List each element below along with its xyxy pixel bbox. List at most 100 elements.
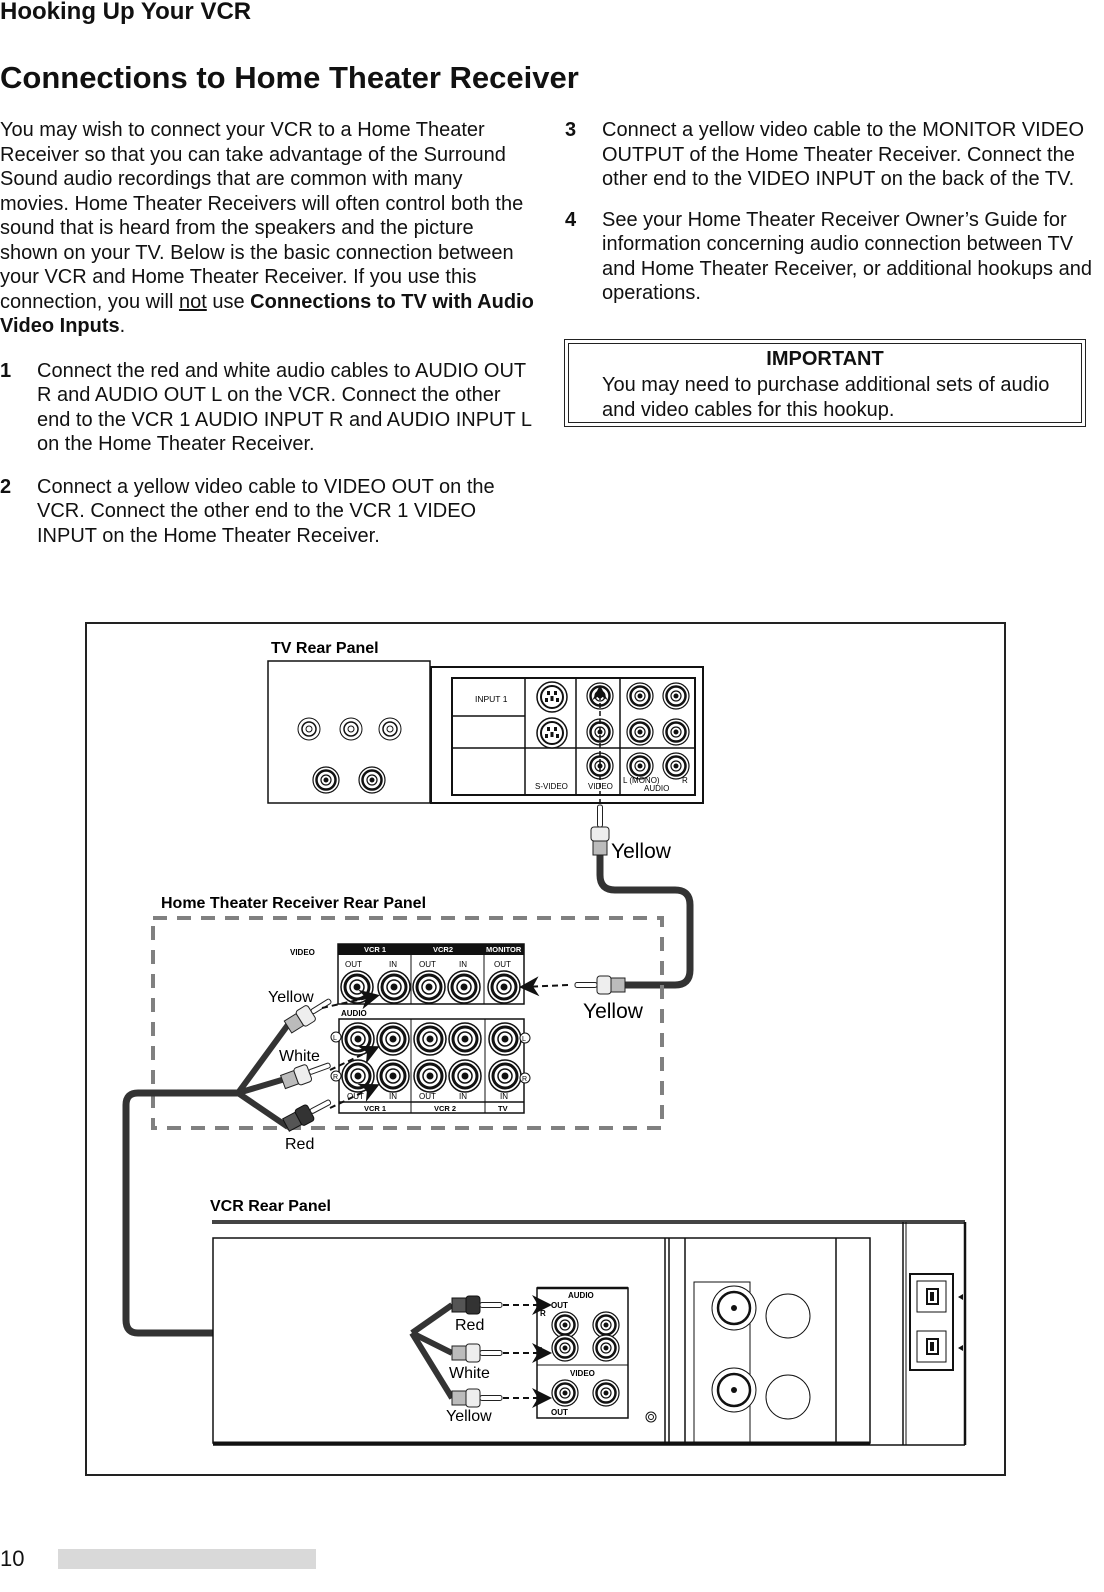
footer-bar xyxy=(58,1549,316,1569)
intro-underlined: not xyxy=(178,290,207,313)
page-number: 10 xyxy=(0,1546,25,1571)
step-2: 2 Connect a yellow video cable to VIDEO … xyxy=(0,475,535,549)
jack-label: OUT xyxy=(419,1092,436,1101)
rf-connector xyxy=(711,1367,757,1413)
intro-paragraph: You may wish to connect your VCR to a Ho… xyxy=(0,118,535,339)
step-number: 1 xyxy=(0,359,12,382)
step-number: 2 xyxy=(0,475,12,498)
right-column: 3 Connect a yellow video cable to the MO… xyxy=(565,118,1100,318)
important-notice: IMPORTANT You may need to purchase addit… xyxy=(564,339,1086,427)
monitor-out-plug xyxy=(519,975,626,997)
connection-diagram: TV Rear Panel INPUT 1 S-VIDEO VIDEO L (M… xyxy=(85,622,1006,1476)
rca-jack xyxy=(447,1021,483,1057)
left-column: You may wish to connect your VCR to a Ho… xyxy=(0,118,535,560)
rca-jack xyxy=(487,1021,523,1057)
vcr-r-label: R xyxy=(540,1309,546,1318)
group-label: VCR 1 xyxy=(364,1104,386,1113)
receiver-header-monitor: MONITOR xyxy=(486,945,522,954)
page-header: Hooking Up Your VCR xyxy=(0,0,252,25)
vcr-audio-out-label: OUT xyxy=(551,1301,568,1310)
step-text: See your Home Theater Receiver Owner’s G… xyxy=(602,208,1092,305)
rca-jack xyxy=(447,1058,483,1094)
jack-label: OUT xyxy=(419,960,436,969)
intro-text-end: . xyxy=(119,315,126,337)
receiver-header-vcr1: VCR 1 xyxy=(364,945,386,954)
rf-connector xyxy=(711,1285,757,1331)
step-4: 4 See your Home Theater Receiver Owner’s… xyxy=(565,208,1100,306)
receiver-yellow-label: Yellow xyxy=(268,989,314,1006)
tv-video-cable xyxy=(590,804,694,989)
rca-jack xyxy=(311,765,341,795)
important-title: IMPORTANT xyxy=(766,348,884,370)
audio-label: AUDIO xyxy=(644,784,669,793)
rca-jack xyxy=(375,1058,411,1094)
l-marker: L xyxy=(522,1036,526,1043)
receiver-red-label: Red xyxy=(285,1136,314,1153)
jack-label: OUT xyxy=(494,960,511,969)
receiver-video-label: VIDEO xyxy=(290,948,315,957)
important-inner-border: IMPORTANT You may need to purchase addit… xyxy=(568,343,1082,423)
jack-label: OUT xyxy=(345,960,362,969)
rca-jack xyxy=(550,1333,580,1363)
rca-jack xyxy=(411,969,447,1005)
l-marker: L xyxy=(333,1035,337,1042)
r-marker: R xyxy=(522,1076,527,1083)
vcr-panel-title: VCR Rear Panel xyxy=(210,1198,331,1215)
rca-jack xyxy=(340,1058,376,1094)
receiver-header-vcr2: VCR2 xyxy=(433,945,453,954)
tv-cable-label: Yellow xyxy=(611,840,672,863)
svideo-jack xyxy=(536,717,568,749)
coax-connector xyxy=(297,717,321,741)
jack-label: IN xyxy=(459,1092,467,1101)
rca-jack xyxy=(661,717,691,747)
rca-jack xyxy=(550,1310,580,1340)
section-title: Connections to Home Theater Receiver xyxy=(0,60,579,95)
rca-jack xyxy=(375,1021,411,1057)
rca-jack xyxy=(412,1021,448,1057)
jack-label: IN xyxy=(389,960,397,969)
group-label: TV xyxy=(498,1104,508,1113)
receiver-white-label: White xyxy=(279,1048,320,1065)
receiver-rear-panel: VIDEO VCR 1 VCR2 MONITOR OUT IN OUT IN O… xyxy=(290,943,531,1114)
rca-jack xyxy=(591,1333,621,1363)
receiver-audio-label: AUDIO xyxy=(341,1009,367,1018)
step-text: Connect a yellow video cable to the MONI… xyxy=(602,119,1085,190)
jack-label: IN xyxy=(459,960,467,969)
jack-label: IN xyxy=(389,1092,397,1101)
rca-jack xyxy=(625,717,655,747)
rca-jack xyxy=(625,681,655,711)
group-label: VCR 2 xyxy=(434,1104,456,1113)
step-number: 3 xyxy=(565,119,577,141)
rca-jack xyxy=(357,765,387,795)
vcr-rear-panel: AUDIO OUT R L VIDEO OUT xyxy=(212,1220,967,1446)
receiver-panel-title: Home Theater Receiver Rear Panel xyxy=(161,895,426,912)
step-text: Connect the red and white audio cables t… xyxy=(37,359,532,456)
coax-connector xyxy=(339,717,363,741)
tv-input-label: INPUT 1 xyxy=(475,694,508,704)
intro-text-middle: use xyxy=(206,290,251,313)
rca-jack xyxy=(446,969,482,1005)
intro-text: You may wish to connect your VCR to a Ho… xyxy=(0,119,524,313)
monitor-cable-label: Yellow xyxy=(583,1000,644,1023)
step-number: 4 xyxy=(565,208,577,231)
vcr-video-out-label: OUT xyxy=(551,1408,568,1417)
rca-jack xyxy=(661,681,691,711)
vcr-video-label: VIDEO xyxy=(570,1369,595,1378)
jack-label: IN xyxy=(500,1092,508,1101)
rca-jack xyxy=(339,969,375,1005)
vcr-white-label: White xyxy=(449,1365,490,1382)
audio-r-label: R xyxy=(682,776,688,785)
rca-jack xyxy=(550,1378,580,1408)
step-1: 1 Connect the red and white audio cables… xyxy=(0,359,535,457)
rca-jack xyxy=(486,969,522,1005)
vcr-yellow-label: Yellow xyxy=(446,1408,492,1425)
ac-socket xyxy=(916,1330,947,1363)
rca-jack xyxy=(591,1378,621,1408)
rca-jack xyxy=(487,1058,523,1094)
vcr-red-label: Red xyxy=(455,1317,484,1334)
rca-jack xyxy=(591,1310,621,1340)
vcr-audio-label: AUDIO xyxy=(568,1291,594,1300)
step-text: Connect a yellow video cable to VIDEO OU… xyxy=(37,475,495,547)
r-marker: R xyxy=(333,1074,338,1081)
coax-connector xyxy=(378,717,402,741)
